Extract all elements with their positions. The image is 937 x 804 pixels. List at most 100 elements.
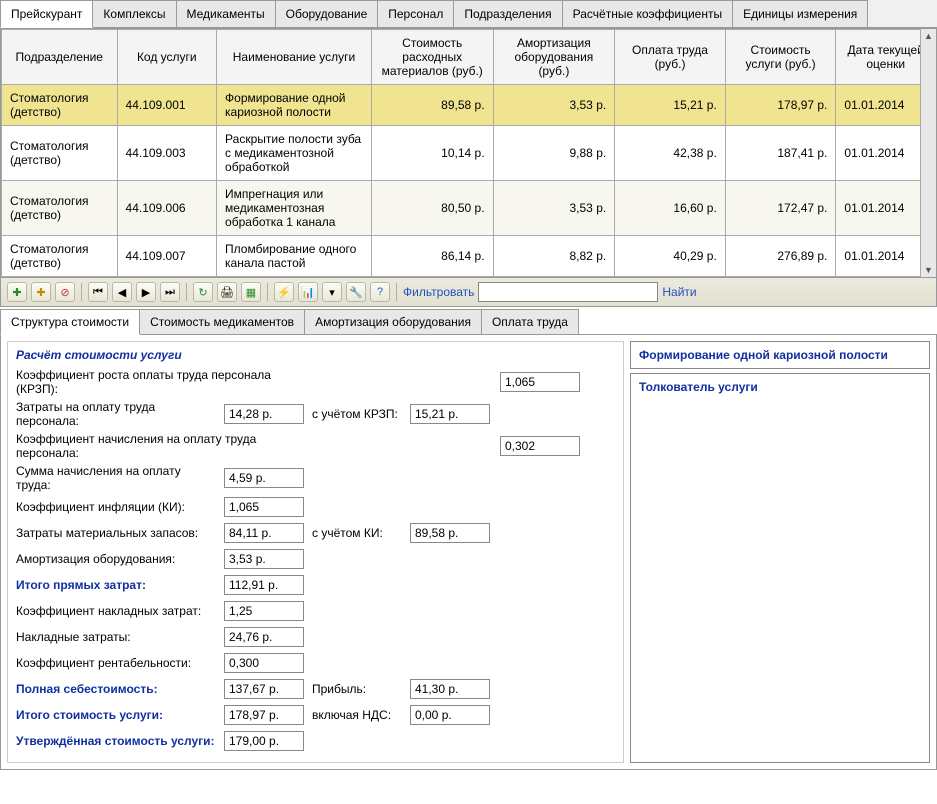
- amort-label: Амортизация оборудования:: [16, 552, 216, 566]
- cell-amort: 8,82 р.: [493, 236, 615, 277]
- overhead-coef-input[interactable]: [224, 601, 304, 621]
- vat-label: включая НДС:: [312, 708, 402, 722]
- col-amortization[interactable]: Амортизация оборудования (руб.): [493, 30, 615, 85]
- col-labor[interactable]: Оплата труда (руб.): [615, 30, 726, 85]
- lightning-button[interactable]: ⚡: [274, 282, 294, 302]
- total-label: Итого стоимость услуги:: [16, 708, 216, 722]
- krzp-label: Коэффициент роста оплаты труда персонала…: [16, 368, 296, 396]
- refresh-button[interactable]: ↻: [193, 282, 213, 302]
- help-button[interactable]: ?: [370, 282, 390, 302]
- tab-equipment[interactable]: Оборудование: [275, 0, 379, 27]
- col-cost[interactable]: Стоимость услуги (руб.): [725, 30, 836, 85]
- interpreter-box: Толкователь услуги: [630, 373, 930, 763]
- profit-coef-input[interactable]: [224, 653, 304, 673]
- main-tabs: Прейскурант Комплексы Медикаменты Оборуд…: [0, 0, 937, 28]
- cell-code: 44.109.006: [117, 181, 217, 236]
- cell-mat: 86,14 р.: [371, 236, 493, 277]
- cell-dept: Стоматология (детство): [2, 181, 118, 236]
- cell-amort: 3,53 р.: [493, 85, 615, 126]
- tab-units[interactable]: Единицы измерения: [732, 0, 868, 27]
- total-input[interactable]: [224, 705, 304, 725]
- duplicate-button[interactable]: ✚: [31, 282, 51, 302]
- cell-amort: 3,53 р.: [493, 181, 615, 236]
- subtab-amortization[interactable]: Амортизация оборудования: [304, 309, 482, 334]
- calc-panel: Расчёт стоимости услуги Коэффициент рост…: [7, 341, 624, 763]
- first-button[interactable]: ⏮: [88, 282, 108, 302]
- ki-input[interactable]: [224, 497, 304, 517]
- grid-toolbar: ✚ ✚ ⊘ ⏮ ◀ ▶ ⏭ ↻ 🖨 ▦ ⚡ 📊 ▾ 🔧 ? Фильтроват…: [0, 278, 937, 307]
- labor-krzp-input[interactable]: [410, 404, 490, 424]
- cell-cost: 178,97 р.: [725, 85, 836, 126]
- col-code[interactable]: Код услуги: [117, 30, 217, 85]
- subtab-structure[interactable]: Структура стоимости: [0, 309, 140, 335]
- cell-cost: 187,41 р.: [725, 126, 836, 181]
- tab-complexes[interactable]: Комплексы: [92, 0, 176, 27]
- overhead-input[interactable]: [224, 627, 304, 647]
- last-button[interactable]: ⏭: [160, 282, 180, 302]
- with-ki-label: с учётом КИ:: [312, 526, 402, 540]
- labor-coef-input[interactable]: [500, 436, 580, 456]
- overhead-coef-label: Коэффициент накладных затрат:: [16, 604, 216, 618]
- right-panel: Формирование одной кариозной полости Тол…: [630, 341, 930, 763]
- tab-medications[interactable]: Медикаменты: [176, 0, 276, 27]
- chart-button[interactable]: 📊: [298, 282, 318, 302]
- amort-input[interactable]: [224, 549, 304, 569]
- table-row[interactable]: Стоматология (детство)44.109.007Пломбиро…: [2, 236, 936, 277]
- profit-input[interactable]: [410, 679, 490, 699]
- col-materials[interactable]: Стоимость расходных материалов (руб.): [371, 30, 493, 85]
- grid-scrollbar[interactable]: [920, 29, 936, 277]
- add-button[interactable]: ✚: [7, 282, 27, 302]
- table-row[interactable]: Стоматология (детство)44.109.001Формиров…: [2, 85, 936, 126]
- labor-label: Затраты на оплату труда персонала:: [16, 400, 216, 428]
- krzp-input[interactable]: [500, 372, 580, 392]
- cell-name: Пломбирование одного канала пастой: [217, 236, 372, 277]
- direct-label: Итого прямых затрат:: [16, 578, 216, 592]
- cell-name: Импрегнация или медикаментозная обработк…: [217, 181, 372, 236]
- prev-button[interactable]: ◀: [112, 282, 132, 302]
- cell-mat: 10,14 р.: [371, 126, 493, 181]
- subtab-medications[interactable]: Стоимость медикаментов: [139, 309, 305, 334]
- tab-departments[interactable]: Подразделения: [453, 0, 562, 27]
- cell-dept: Стоматология (детство): [2, 236, 118, 277]
- labor-input[interactable]: [224, 404, 304, 424]
- approved-label: Утверждённая стоимость услуги:: [16, 734, 216, 748]
- vat-input[interactable]: [410, 705, 490, 725]
- tab-personnel[interactable]: Персонал: [377, 0, 454, 27]
- export-button[interactable]: ▦: [241, 282, 261, 302]
- profit-label: Прибыль:: [312, 682, 402, 696]
- col-name[interactable]: Наименование услуги: [217, 30, 372, 85]
- ki-label: Коэффициент инфляции (КИ):: [16, 500, 216, 514]
- cell-mat: 80,50 р.: [371, 181, 493, 236]
- tab-coefficients[interactable]: Расчётные коэффициенты: [562, 0, 733, 27]
- calc-title: Расчёт стоимости услуги: [16, 348, 615, 362]
- labor-sum-input[interactable]: [224, 468, 304, 488]
- cell-cost: 172,47 р.: [725, 181, 836, 236]
- cell-labor: 15,21 р.: [615, 85, 726, 126]
- mat-input[interactable]: [224, 523, 304, 543]
- approved-input[interactable]: [224, 731, 304, 751]
- delete-button[interactable]: ⊘: [55, 282, 75, 302]
- mat-ki-input[interactable]: [410, 523, 490, 543]
- direct-input[interactable]: [224, 575, 304, 595]
- mat-label: Затраты материальных запасов:: [16, 526, 216, 540]
- cell-dept: Стоматология (детство): [2, 85, 118, 126]
- find-link[interactable]: Найти: [662, 285, 696, 299]
- tab-price-list[interactable]: Прейскурант: [0, 0, 93, 28]
- cell-code: 44.109.007: [117, 236, 217, 277]
- table-row[interactable]: Стоматология (детство)44.109.006Импрегна…: [2, 181, 936, 236]
- table-row[interactable]: Стоматология (детство)44.109.003Раскрыти…: [2, 126, 936, 181]
- overhead-label: Накладные затраты:: [16, 630, 216, 644]
- detail-tabs: Структура стоимости Стоимость медикамент…: [0, 309, 937, 335]
- full-cost-input[interactable]: [224, 679, 304, 699]
- labor-coef-label: Коэффициент начисления на оплату труда п…: [16, 432, 296, 460]
- detail-panel: Расчёт стоимости услуги Коэффициент рост…: [0, 335, 937, 770]
- col-department[interactable]: Подразделение: [2, 30, 118, 85]
- print-button[interactable]: 🖨: [217, 282, 237, 302]
- subtab-labor[interactable]: Оплата труда: [481, 309, 579, 334]
- filter-input[interactable]: [478, 282, 658, 302]
- tools-button[interactable]: 🔧: [346, 282, 366, 302]
- next-button[interactable]: ▶: [136, 282, 156, 302]
- filter-label: Фильтровать: [403, 285, 474, 299]
- dropdown-button[interactable]: ▾: [322, 282, 342, 302]
- service-name-box: Формирование одной кариозной полости: [630, 341, 930, 369]
